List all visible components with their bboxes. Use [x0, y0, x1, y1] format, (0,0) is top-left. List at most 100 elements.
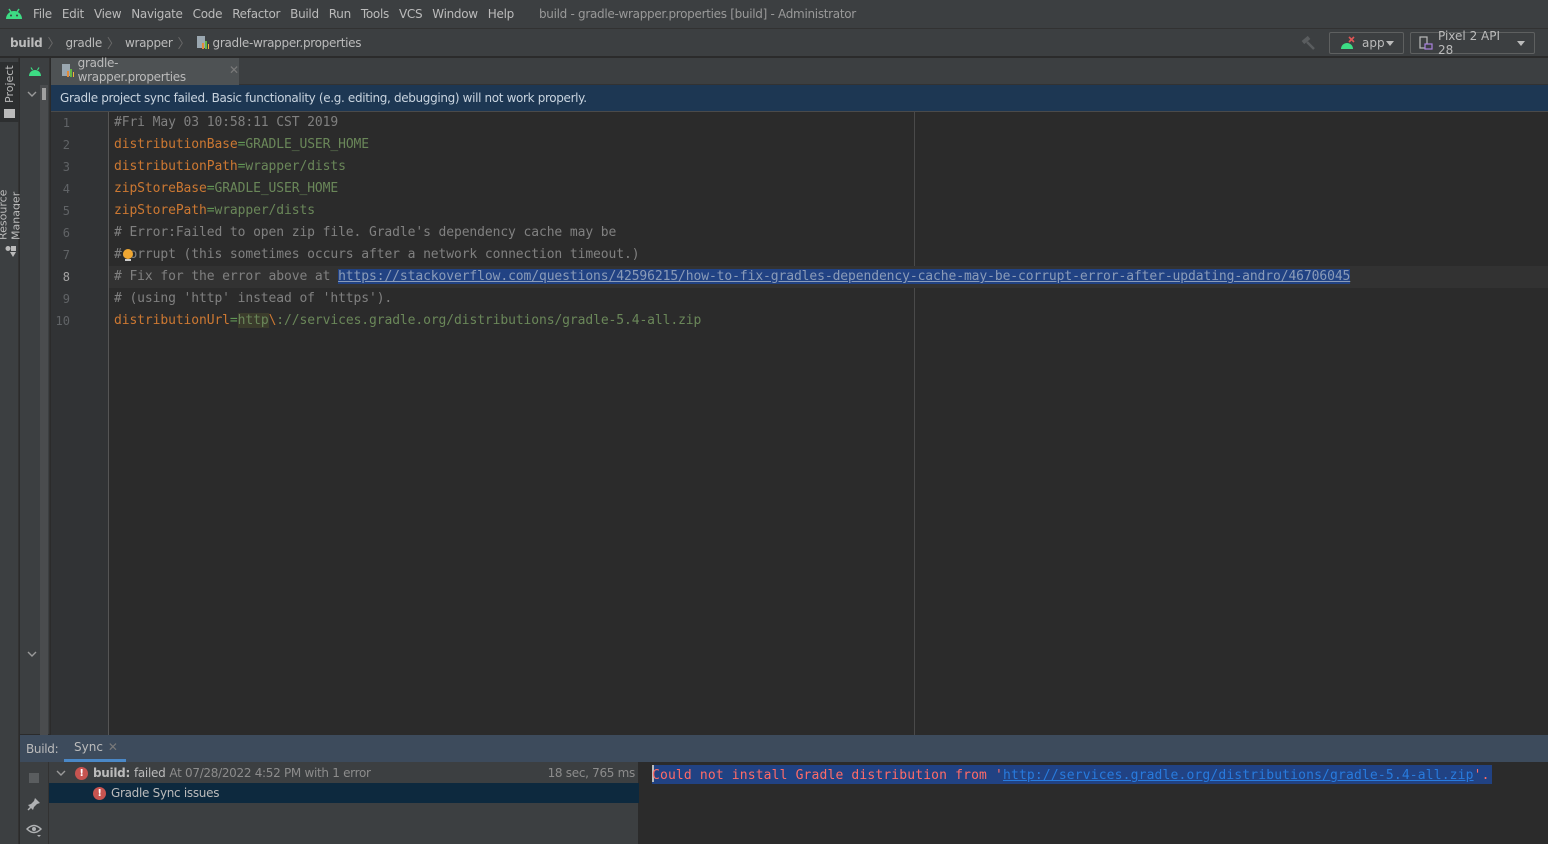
- code-line[interactable]: # (using 'http' instead of 'https').: [114, 288, 1548, 310]
- menu-bar: File Edit View Navigate Code Refactor Bu…: [0, 0, 1548, 29]
- menu-run[interactable]: Run: [324, 0, 356, 29]
- menu-window[interactable]: Window: [427, 0, 483, 29]
- chevron-down-icon[interactable]: [26, 648, 38, 660]
- tree-row-gradle-sync-issues[interactable]: ! Gradle Sync issues: [49, 783, 639, 803]
- tool-tab-resource-manager[interactable]: Resource Manager: [0, 142, 23, 257]
- line-number: 6: [62, 226, 70, 240]
- chevron-down-icon[interactable]: [26, 88, 38, 100]
- property-key: distributionPath: [114, 159, 238, 174]
- folder-icon: [4, 109, 15, 119]
- build-tree: ! build: failed At 07/28/2022 4:52 PM wi…: [49, 762, 639, 844]
- menu-edit[interactable]: Edit: [57, 0, 89, 29]
- highlighted-http: http: [237, 313, 269, 328]
- chevron-down-icon[interactable]: [55, 767, 67, 779]
- build-tab-sync-label: Sync: [74, 740, 103, 754]
- device-label: Pixel 2 API 28: [1438, 29, 1501, 57]
- code-editor[interactable]: 1 2 3 4 5 6 7 8 9 10 #Fri May 03 10:58:1…: [51, 112, 1548, 735]
- tree-row-build-failed[interactable]: ! build: failed At 07/28/2022 4:52 PM wi…: [49, 763, 639, 783]
- comment-text: # Error:Failed to open zip file. Gradle'…: [114, 225, 617, 240]
- comment-text: # Fix for the error above at: [114, 269, 339, 284]
- console-distribution-link[interactable]: http://services.gradle.org/distributions…: [1003, 768, 1474, 783]
- code-line[interactable]: zipStorePath=wrapper/dists: [114, 200, 1548, 222]
- code-line[interactable]: zipStoreBase=GRADLE_USER_HOME: [114, 178, 1548, 200]
- properties-file-icon: [61, 63, 74, 77]
- stackoverflow-link[interactable]: https://stackoverflow.com/questions/4259…: [338, 269, 1350, 284]
- hammer-icon[interactable]: [1300, 35, 1316, 51]
- console-error-suffix: '.: [1473, 768, 1490, 783]
- breadcrumb-file[interactable]: gradle-wrapper.properties: [213, 36, 362, 50]
- editor-tab-bar: gradle-wrapper.properties ✕: [51, 56, 1548, 85]
- run-configuration-dropdown[interactable]: app: [1329, 32, 1404, 54]
- editor-tab-gradle-wrapper[interactable]: gradle-wrapper.properties ✕: [51, 56, 239, 85]
- breadcrumb-separator-icon: 〉: [177, 37, 191, 52]
- left-tool-strip: Project Resource Manager: [0, 58, 23, 844]
- build-tab-sync[interactable]: Sync ✕: [64, 735, 126, 762]
- console-error-line[interactable]: Could not install Gradle distribution fr…: [652, 765, 1492, 784]
- menu-help[interactable]: Help: [483, 0, 519, 29]
- device-dropdown[interactable]: Pixel 2 API 28: [1410, 29, 1535, 57]
- property-key: zipStoreBase: [114, 181, 207, 196]
- build-tool-window-header: Build: Sync ✕: [20, 735, 1548, 762]
- editor-tab-label: gradle-wrapper.properties: [77, 56, 187, 84]
- equals-sign: =: [229, 313, 238, 328]
- menu-navigate[interactable]: Navigate: [126, 0, 187, 29]
- property-value: ://services.gradle.org/distributions/gra…: [276, 313, 702, 328]
- property-key: zipStorePath: [114, 203, 207, 218]
- breadcrumb-wrapper[interactable]: wrapper: [125, 36, 173, 50]
- android-icon[interactable]: [20, 58, 50, 85]
- scrollbar-thumb[interactable]: [42, 88, 46, 100]
- error-icon: !: [93, 786, 106, 800]
- property-value: GRADLE_USER_HOME: [245, 137, 370, 152]
- menu-refactor[interactable]: Refactor: [227, 0, 285, 29]
- code-area[interactable]: #Fri May 03 10:58:11 CST 2019 distributi…: [109, 112, 1548, 332]
- window-title: build - gradle-wrapper.properties [build…: [538, 7, 856, 21]
- close-icon[interactable]: ✕: [108, 740, 118, 754]
- menu-file[interactable]: File: [27, 0, 57, 29]
- line-number: 3: [62, 160, 70, 174]
- code-line[interactable]: # corrupt (this sometimes occurs after a …: [114, 244, 1548, 266]
- line-number: 2: [62, 138, 70, 152]
- code-line[interactable]: distributionBase=GRADLE_USER_HOME: [114, 134, 1548, 156]
- breadcrumb-separator-icon: 〉: [106, 37, 120, 52]
- build-console[interactable]: Could not install Gradle distribution fr…: [640, 762, 1548, 844]
- tool-tab-project[interactable]: Project: [0, 62, 19, 122]
- comment-text: #Fri May 03 10:58:11 CST 2019: [114, 115, 339, 130]
- menu-view[interactable]: View: [89, 0, 126, 29]
- banner-text: Gradle project sync failed. Basic functi…: [60, 91, 587, 105]
- property-key: distributionUrl: [114, 313, 230, 328]
- menu-build[interactable]: Build: [285, 0, 324, 29]
- breadcrumb-gradle[interactable]: gradle: [65, 36, 102, 50]
- code-line[interactable]: #Fri May 03 10:58:11 CST 2019: [114, 112, 1548, 134]
- close-icon[interactable]: ✕: [229, 63, 239, 77]
- breadcrumb-build[interactable]: build: [10, 36, 43, 50]
- eye-icon[interactable]: [26, 822, 42, 838]
- error-icon: !: [75, 766, 88, 780]
- build-toolbar: [20, 762, 49, 844]
- menu-vcs[interactable]: VCS: [394, 0, 427, 29]
- breadcrumb-separator-icon: 〉: [47, 37, 61, 52]
- code-line[interactable]: distributionPath=wrapper/dists: [114, 156, 1548, 178]
- pin-icon[interactable]: [26, 796, 42, 812]
- property-value: wrapper/dists: [245, 159, 346, 174]
- sync-failed-banner: Gradle project sync failed. Basic functi…: [51, 85, 1548, 112]
- lightbulb-icon[interactable]: [123, 249, 133, 261]
- code-line-current[interactable]: # Fix for the error above at https://sta…: [109, 266, 1548, 288]
- line-number: 7: [62, 248, 70, 262]
- stop-icon[interactable]: [26, 770, 42, 786]
- build-detail: At 07/28/2022 4:52 PM with 1 error: [169, 766, 371, 780]
- breadcrumb: build 〉 gradle 〉 wrapper 〉 gradle-wrappe…: [0, 33, 362, 53]
- project-scrollbar[interactable]: [40, 85, 48, 735]
- line-number-current: 8: [62, 270, 70, 284]
- property-value: wrapper/dists: [214, 203, 315, 218]
- menu-tools[interactable]: Tools: [356, 0, 394, 29]
- build-window-title: Build:: [26, 741, 59, 756]
- line-number: 4: [62, 182, 70, 196]
- menu-code[interactable]: Code: [188, 0, 228, 29]
- property-value: GRADLE_USER_HOME: [214, 181, 339, 196]
- code-line[interactable]: # Error:Failed to open zip file. Gradle'…: [114, 222, 1548, 244]
- line-number: 9: [62, 292, 70, 306]
- code-line[interactable]: distributionUrl=http\://services.gradle.…: [114, 310, 1548, 332]
- properties-file-icon: [196, 36, 209, 49]
- resource-manager-icon: [4, 246, 17, 257]
- build-label: build:: [93, 766, 130, 780]
